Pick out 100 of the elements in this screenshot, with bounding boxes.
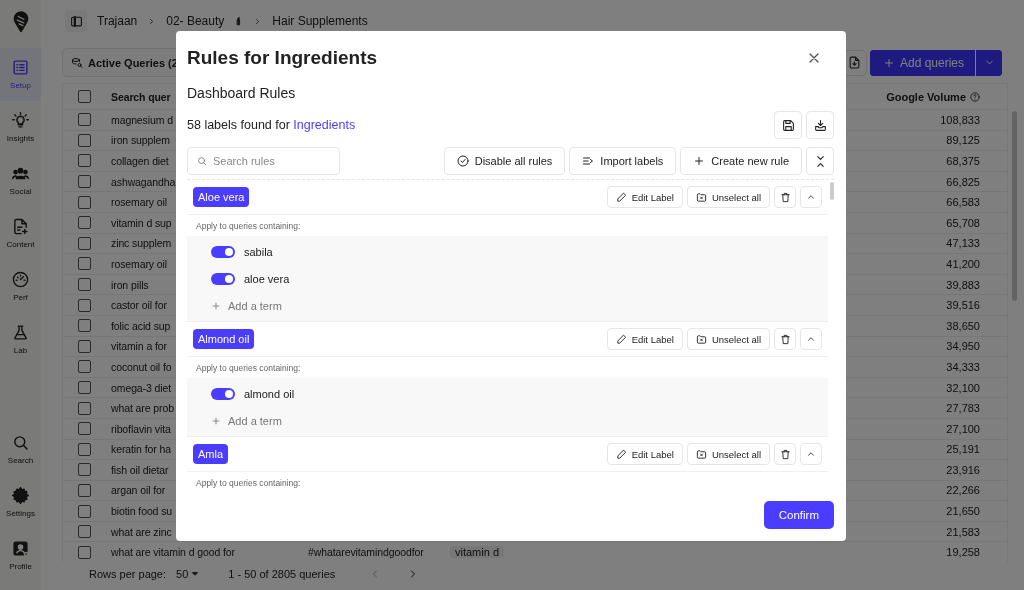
label-chip[interactable]: Almond oil <box>193 329 255 349</box>
breadcrumb-link[interactable]: 02- Beauty <box>166 14 225 28</box>
checkbox[interactable] <box>77 422 91 436</box>
delete-button[interactable] <box>774 186 796 208</box>
download-button[interactable] <box>806 111 834 139</box>
ingredients-link[interactable]: Ingredients <box>293 118 356 132</box>
breadcrumb-link[interactable]: Hair Supplements <box>272 14 368 28</box>
table-cell: fish oil dietar <box>111 463 169 476</box>
sidebar-item[interactable]: Perf <box>0 260 41 313</box>
checkbox[interactable] <box>77 298 91 312</box>
checkbox[interactable] <box>77 319 91 333</box>
action-button[interactable]: Create new rule <box>680 147 802 175</box>
table-cell: biotin food su <box>111 505 173 518</box>
sidebar-item[interactable]: Content <box>0 207 41 260</box>
pencil-icon <box>615 448 627 460</box>
table-cell-text: 66,825 <box>945 175 981 188</box>
term-label: almond oil <box>244 387 295 400</box>
save-button[interactable] <box>774 111 802 139</box>
table-cell: magnesium d <box>111 113 173 126</box>
table-cell: omega-3 diet <box>111 381 172 394</box>
table-cell-text: 34,333 <box>945 360 981 373</box>
label-chip[interactable]: Amla <box>193 444 229 464</box>
sidebar-item[interactable]: Lab <box>0 313 41 366</box>
sidebar-item[interactable]: Setup <box>0 48 41 101</box>
checkbox[interactable] <box>77 278 91 292</box>
toggle-switch[interactable] <box>211 245 235 258</box>
checkbox[interactable] <box>77 154 91 168</box>
sidebar-item[interactable]: Search <box>0 423 41 476</box>
checkbox[interactable] <box>77 401 91 415</box>
sidebar-item[interactable]: Settings <box>0 476 41 529</box>
dropdown-button[interactable] <box>975 49 1002 76</box>
table-cell: keratin for ha <box>111 443 171 456</box>
download-icon <box>813 118 827 132</box>
sidebar-toggle-button[interactable] <box>65 10 87 32</box>
confirm-button[interactable]: Confirm <box>763 501 834 529</box>
checkbox[interactable] <box>77 216 91 230</box>
add-term-button[interactable]: Add a term <box>187 292 288 319</box>
table-cell: zinc supplem <box>111 237 172 250</box>
checkbox[interactable] <box>77 504 91 518</box>
search-icon <box>197 156 207 166</box>
table-cell-text: 39,883 <box>945 278 981 291</box>
table-cell: iron pills <box>111 278 149 291</box>
action-button[interactable]: Disable all rules <box>443 147 566 175</box>
labels-found-text: 58 labels found for Ingredients <box>187 118 357 132</box>
circle-check-icon <box>456 155 469 167</box>
sidebar-item[interactable]: Profile <box>0 529 41 582</box>
unselect-all-button[interactable]: Unselect all <box>686 186 770 208</box>
scrollbar[interactable] <box>830 182 834 200</box>
table-cell-text: 47,133 <box>945 237 981 250</box>
checkbox[interactable] <box>77 339 91 353</box>
search-field[interactable]: Search rules <box>187 147 340 175</box>
checkbox[interactable] <box>77 175 91 189</box>
checkbox[interactable] <box>77 195 91 209</box>
checkbox[interactable] <box>77 381 91 394</box>
checkbox[interactable] <box>77 257 91 271</box>
unselect-all-button[interactable]: Unselect all <box>686 443 770 465</box>
checkbox[interactable] <box>77 525 91 539</box>
edit-label-button[interactable]: Edit Label <box>606 328 683 350</box>
edit-label-button[interactable]: Edit Label <box>606 186 683 208</box>
toggle-switch[interactable] <box>211 387 235 400</box>
table-cell-text: 68,375 <box>945 155 981 167</box>
table-cell-text: 108,833 <box>939 113 981 126</box>
table-cell-text: 65,708 <box>945 216 981 229</box>
checkbox[interactable] <box>77 133 91 147</box>
checkbox[interactable] <box>77 360 91 374</box>
unselect-all-button[interactable]: Unselect all <box>686 328 770 350</box>
sidebar-item[interactable]: Insights <box>0 101 41 154</box>
table-cell: rosemary oil <box>111 257 167 270</box>
save-icon <box>781 118 795 132</box>
checkbox[interactable] <box>77 484 91 497</box>
breadcrumb-link[interactable]: Trajaan <box>97 14 138 28</box>
column-header: Search quer <box>111 90 171 103</box>
scrollbar[interactable] <box>1012 111 1017 301</box>
edit-label-button[interactable]: Edit Label <box>606 443 683 465</box>
checkbox[interactable] <box>77 545 91 559</box>
action-button[interactable]: Import labels <box>569 147 677 175</box>
sidebar-item[interactable]: Social <box>0 154 41 207</box>
checkbox[interactable] <box>77 442 91 456</box>
pencil-icon <box>615 191 627 203</box>
plus-icon <box>211 415 221 426</box>
table-cell: collagen diet <box>111 155 169 167</box>
table-cell-text: 39,516 <box>945 299 981 312</box>
table-cell: folic acid sup <box>111 319 171 332</box>
checkbox[interactable] <box>77 236 91 250</box>
file-download-icon <box>848 56 862 69</box>
delete-button[interactable] <box>774 443 796 465</box>
rows-per-page-select[interactable]: 50 <box>176 568 201 581</box>
trash-icon <box>779 333 791 345</box>
label-chip[interactable]: Aloe vera <box>193 187 250 207</box>
toggle-switch[interactable] <box>211 272 235 285</box>
table-cell: vitamin a for <box>111 340 167 353</box>
checkbox[interactable] <box>77 90 91 103</box>
checkbox[interactable] <box>77 113 91 127</box>
delete-button[interactable] <box>774 328 796 350</box>
term-label: sabila <box>244 245 273 258</box>
term-label: aloe vera <box>244 272 290 285</box>
collapse-all-button[interactable] <box>806 147 834 175</box>
checkbox[interactable] <box>77 463 91 477</box>
add-term-button[interactable]: Add a term <box>187 407 288 434</box>
database-search-icon <box>71 56 83 69</box>
